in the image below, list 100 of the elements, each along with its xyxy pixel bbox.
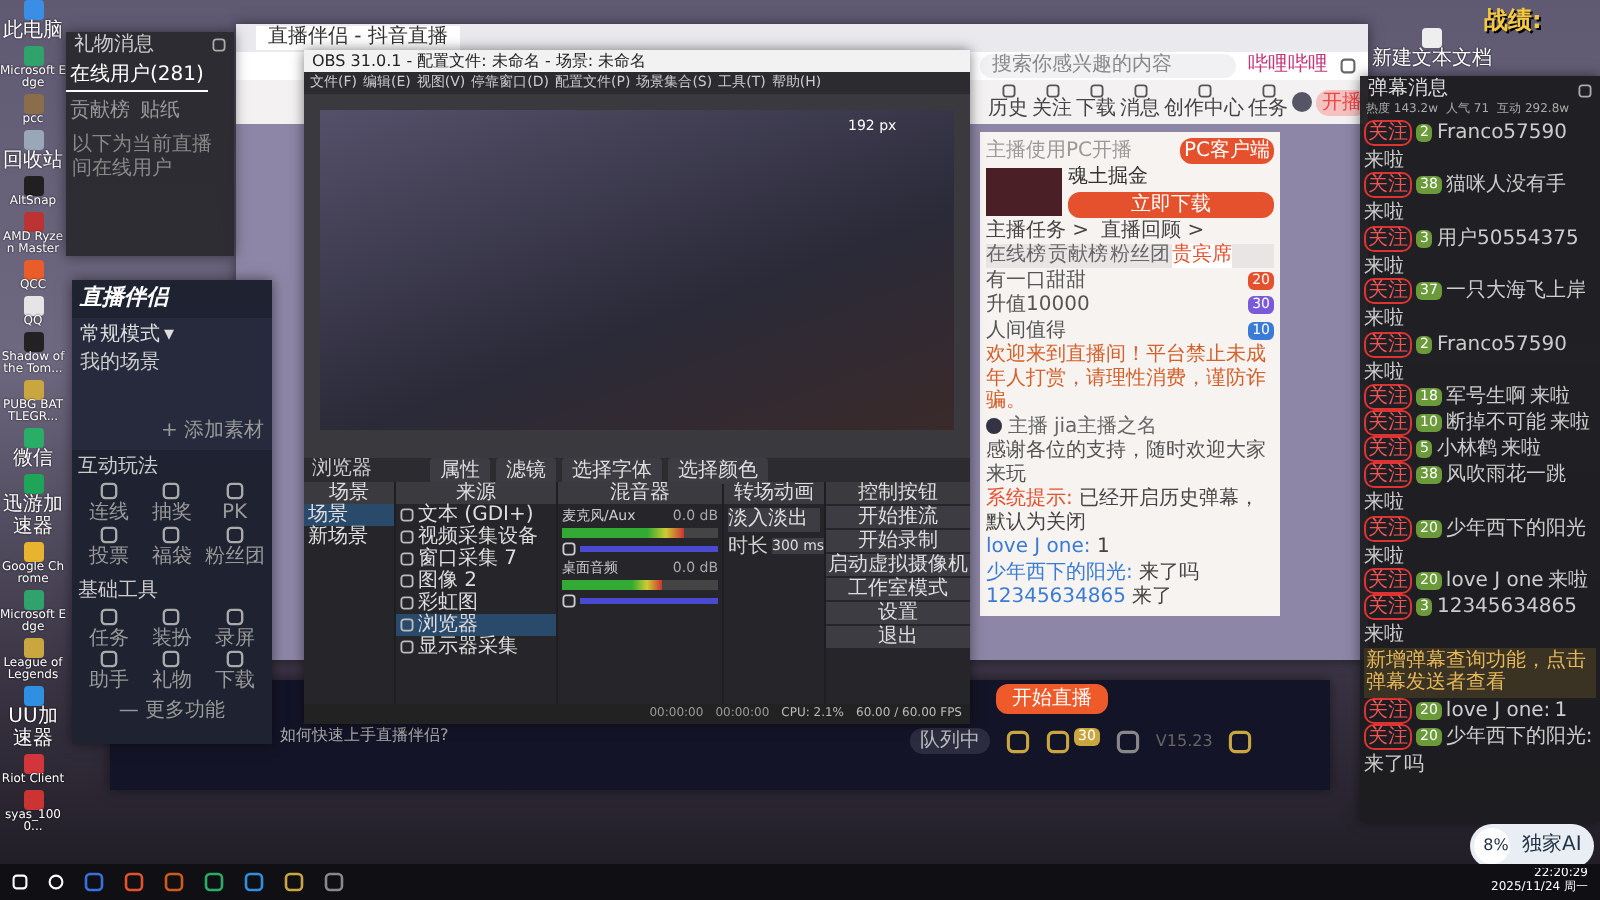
scene-item[interactable]: 新场景 bbox=[304, 526, 394, 548]
app-logo: 直播伴侣 bbox=[77, 282, 172, 314]
more-link[interactable]: — 更多功能 bbox=[72, 699, 272, 723]
source-item[interactable]: 浏览器 bbox=[396, 614, 556, 636]
scene-item[interactable]: 场景 bbox=[304, 504, 394, 526]
tool-label[interactable]: 福袋 bbox=[151, 545, 192, 569]
add-material-link[interactable]: + 添加素材 bbox=[160, 420, 264, 444]
follow-button[interactable]: 关注 bbox=[1364, 410, 1412, 437]
control-button[interactable]: 启动虚拟摄像机 bbox=[826, 554, 970, 576]
follow-button[interactable]: 关注 bbox=[1364, 384, 1412, 411]
panel-tab[interactable]: 粉丝团 bbox=[1110, 244, 1170, 267]
ai-assistant-widget[interactable]: 8% 独家AI bbox=[1470, 824, 1594, 868]
volume-slider[interactable] bbox=[580, 546, 718, 553]
follow-button[interactable]: 关注 bbox=[1364, 119, 1412, 146]
panel-tab[interactable]: 在线榜 bbox=[986, 244, 1046, 267]
tool-label[interactable]: 助手 bbox=[89, 670, 130, 694]
queue-button[interactable]: 队列中 bbox=[910, 728, 990, 754]
tool-label[interactable]: 礼物 bbox=[151, 670, 192, 694]
nav-link[interactable]: 消息 bbox=[1120, 97, 1160, 121]
pc-client-badge[interactable]: PC客户端 bbox=[1179, 138, 1274, 164]
start-live-button[interactable]: 开始直播 bbox=[996, 684, 1108, 714]
control-button[interactable]: 设置 bbox=[826, 602, 970, 624]
control-button[interactable]: 开始推流 bbox=[826, 506, 970, 528]
source-item[interactable]: 显示器采集 bbox=[396, 636, 556, 658]
follow-button[interactable]: 关注 bbox=[1364, 436, 1412, 463]
window-title: 弹幕消息 bbox=[1368, 78, 1448, 102]
toolbar-button[interactable]: 滤镜 bbox=[496, 457, 556, 483]
version-text: V15.23 bbox=[1155, 731, 1213, 751]
rank-name: 人间值得 bbox=[986, 319, 1068, 342]
extension-button[interactable]: 哔哩哔哩 bbox=[1248, 54, 1328, 78]
nav-link[interactable]: 下载 bbox=[1076, 97, 1116, 121]
control-button[interactable]: 工作室模式 bbox=[826, 578, 970, 600]
chat-message: love J one: 1 bbox=[986, 536, 1112, 559]
panel-link[interactable]: 主播任务 > bbox=[986, 219, 1090, 242]
follow-button[interactable]: 关注 bbox=[1364, 462, 1412, 489]
nav-link[interactable]: 创作中心 bbox=[1164, 97, 1244, 121]
nav-link[interactable]: 历史 bbox=[988, 97, 1028, 121]
entry-text: 来啦 bbox=[1549, 412, 1590, 436]
rank-name: 有一口甜甜 bbox=[986, 269, 1088, 292]
transition-dropdown[interactable]: 淡入淡出 bbox=[728, 508, 820, 531]
control-button[interactable]: 退出 bbox=[826, 626, 970, 648]
source-item[interactable]: 视频采集设备 bbox=[396, 526, 556, 548]
tool-label[interactable]: 装扮 bbox=[151, 627, 192, 651]
section-title: 互动玩法 bbox=[78, 455, 160, 479]
tab[interactable]: 贡献榜 bbox=[66, 94, 134, 128]
toolbar-button[interactable]: 属性 bbox=[430, 457, 490, 483]
help-link[interactable]: 如何快速上手直播伴侣? bbox=[280, 726, 449, 745]
tool-label[interactable]: 粉丝团 bbox=[204, 545, 265, 569]
nav-link[interactable]: 关注 bbox=[1032, 97, 1072, 121]
follow-button[interactable]: 关注 bbox=[1364, 515, 1412, 542]
tool-label[interactable]: 连线 bbox=[89, 502, 130, 526]
window-title: 礼物消息 bbox=[74, 33, 154, 57]
tool-label[interactable]: PK bbox=[222, 502, 248, 526]
panel-link[interactable]: 直播回顾 > bbox=[1101, 219, 1205, 242]
volume-slider[interactable] bbox=[580, 598, 718, 605]
follow-button[interactable]: 关注 bbox=[1364, 172, 1412, 199]
source-item[interactable]: 彩虹图 bbox=[396, 592, 556, 614]
follow-button[interactable]: 关注 bbox=[1364, 568, 1412, 595]
tool-label[interactable]: 任务 bbox=[89, 627, 130, 651]
tool-label[interactable]: 下载 bbox=[214, 670, 255, 694]
desktop-shortcut[interactable]: UU加速器 bbox=[0, 686, 66, 750]
follow-button[interactable]: 关注 bbox=[1364, 594, 1412, 621]
caret-icon: ▾ bbox=[164, 323, 175, 347]
follow-button[interactable]: 关注 bbox=[1364, 723, 1412, 750]
desktop-shortcut[interactable]: 微信 bbox=[0, 428, 66, 470]
sender-name: love J one: bbox=[1445, 699, 1551, 723]
desktop-shortcut[interactable]: 迅游加速器 bbox=[0, 474, 66, 538]
tool-label[interactable]: 抽奖 bbox=[151, 502, 192, 526]
chat-message: 来了吗 bbox=[1364, 753, 1424, 777]
nav-link[interactable]: 任务 bbox=[1248, 97, 1288, 121]
viewer-name: 猫咪人没有手 bbox=[1445, 174, 1566, 198]
tab[interactable]: 在线用户(281) bbox=[66, 58, 208, 92]
section-title: 基础工具 bbox=[78, 580, 160, 604]
panel-tab[interactable]: 贵宾席 bbox=[1172, 244, 1232, 267]
desktop-shortcut[interactable]: 此电脑 bbox=[0, 0, 66, 42]
source-item[interactable]: 窗口采集 7 bbox=[396, 548, 556, 570]
tab[interactable]: 贴纸 bbox=[136, 94, 184, 128]
follow-button[interactable]: 关注 bbox=[1364, 331, 1412, 358]
toolbar-button[interactable]: 选择颜色 bbox=[668, 457, 768, 483]
desktop-shortcut[interactable]: 回收站 bbox=[0, 130, 66, 172]
panel-tab[interactable]: 贡献榜 bbox=[1048, 244, 1108, 267]
browser-tab[interactable]: 直播伴侣 - 抖音直播 bbox=[256, 26, 460, 50]
entry-text: 来啦 bbox=[1364, 149, 1404, 173]
entry-text: 来啦 bbox=[1364, 255, 1404, 279]
tool-label[interactable]: 投票 bbox=[89, 545, 130, 569]
tool-label[interactable]: 录屏 bbox=[214, 627, 255, 651]
source-item[interactable]: 图像 2 bbox=[396, 570, 556, 592]
download-button[interactable]: 立即下载 bbox=[1068, 191, 1274, 217]
scene-tab[interactable]: 我的场景 bbox=[80, 352, 264, 376]
rank-name: 升值10000 bbox=[986, 294, 1092, 317]
game-title: 魂土掘金 bbox=[1068, 166, 1150, 189]
entry-text: 来啦 bbox=[1364, 624, 1404, 648]
toolbar-button[interactable]: 选择字体 bbox=[562, 457, 662, 483]
source-item[interactable]: 文本 (GDI+) bbox=[396, 504, 556, 526]
follow-button[interactable]: 关注 bbox=[1364, 697, 1412, 724]
control-button[interactable]: 开始录制 bbox=[826, 530, 970, 552]
file-icon bbox=[1422, 28, 1442, 48]
follow-button[interactable]: 关注 bbox=[1364, 225, 1412, 252]
follow-button[interactable]: 关注 bbox=[1364, 278, 1412, 305]
mode-dropdown[interactable]: 常规模式 bbox=[80, 323, 160, 347]
